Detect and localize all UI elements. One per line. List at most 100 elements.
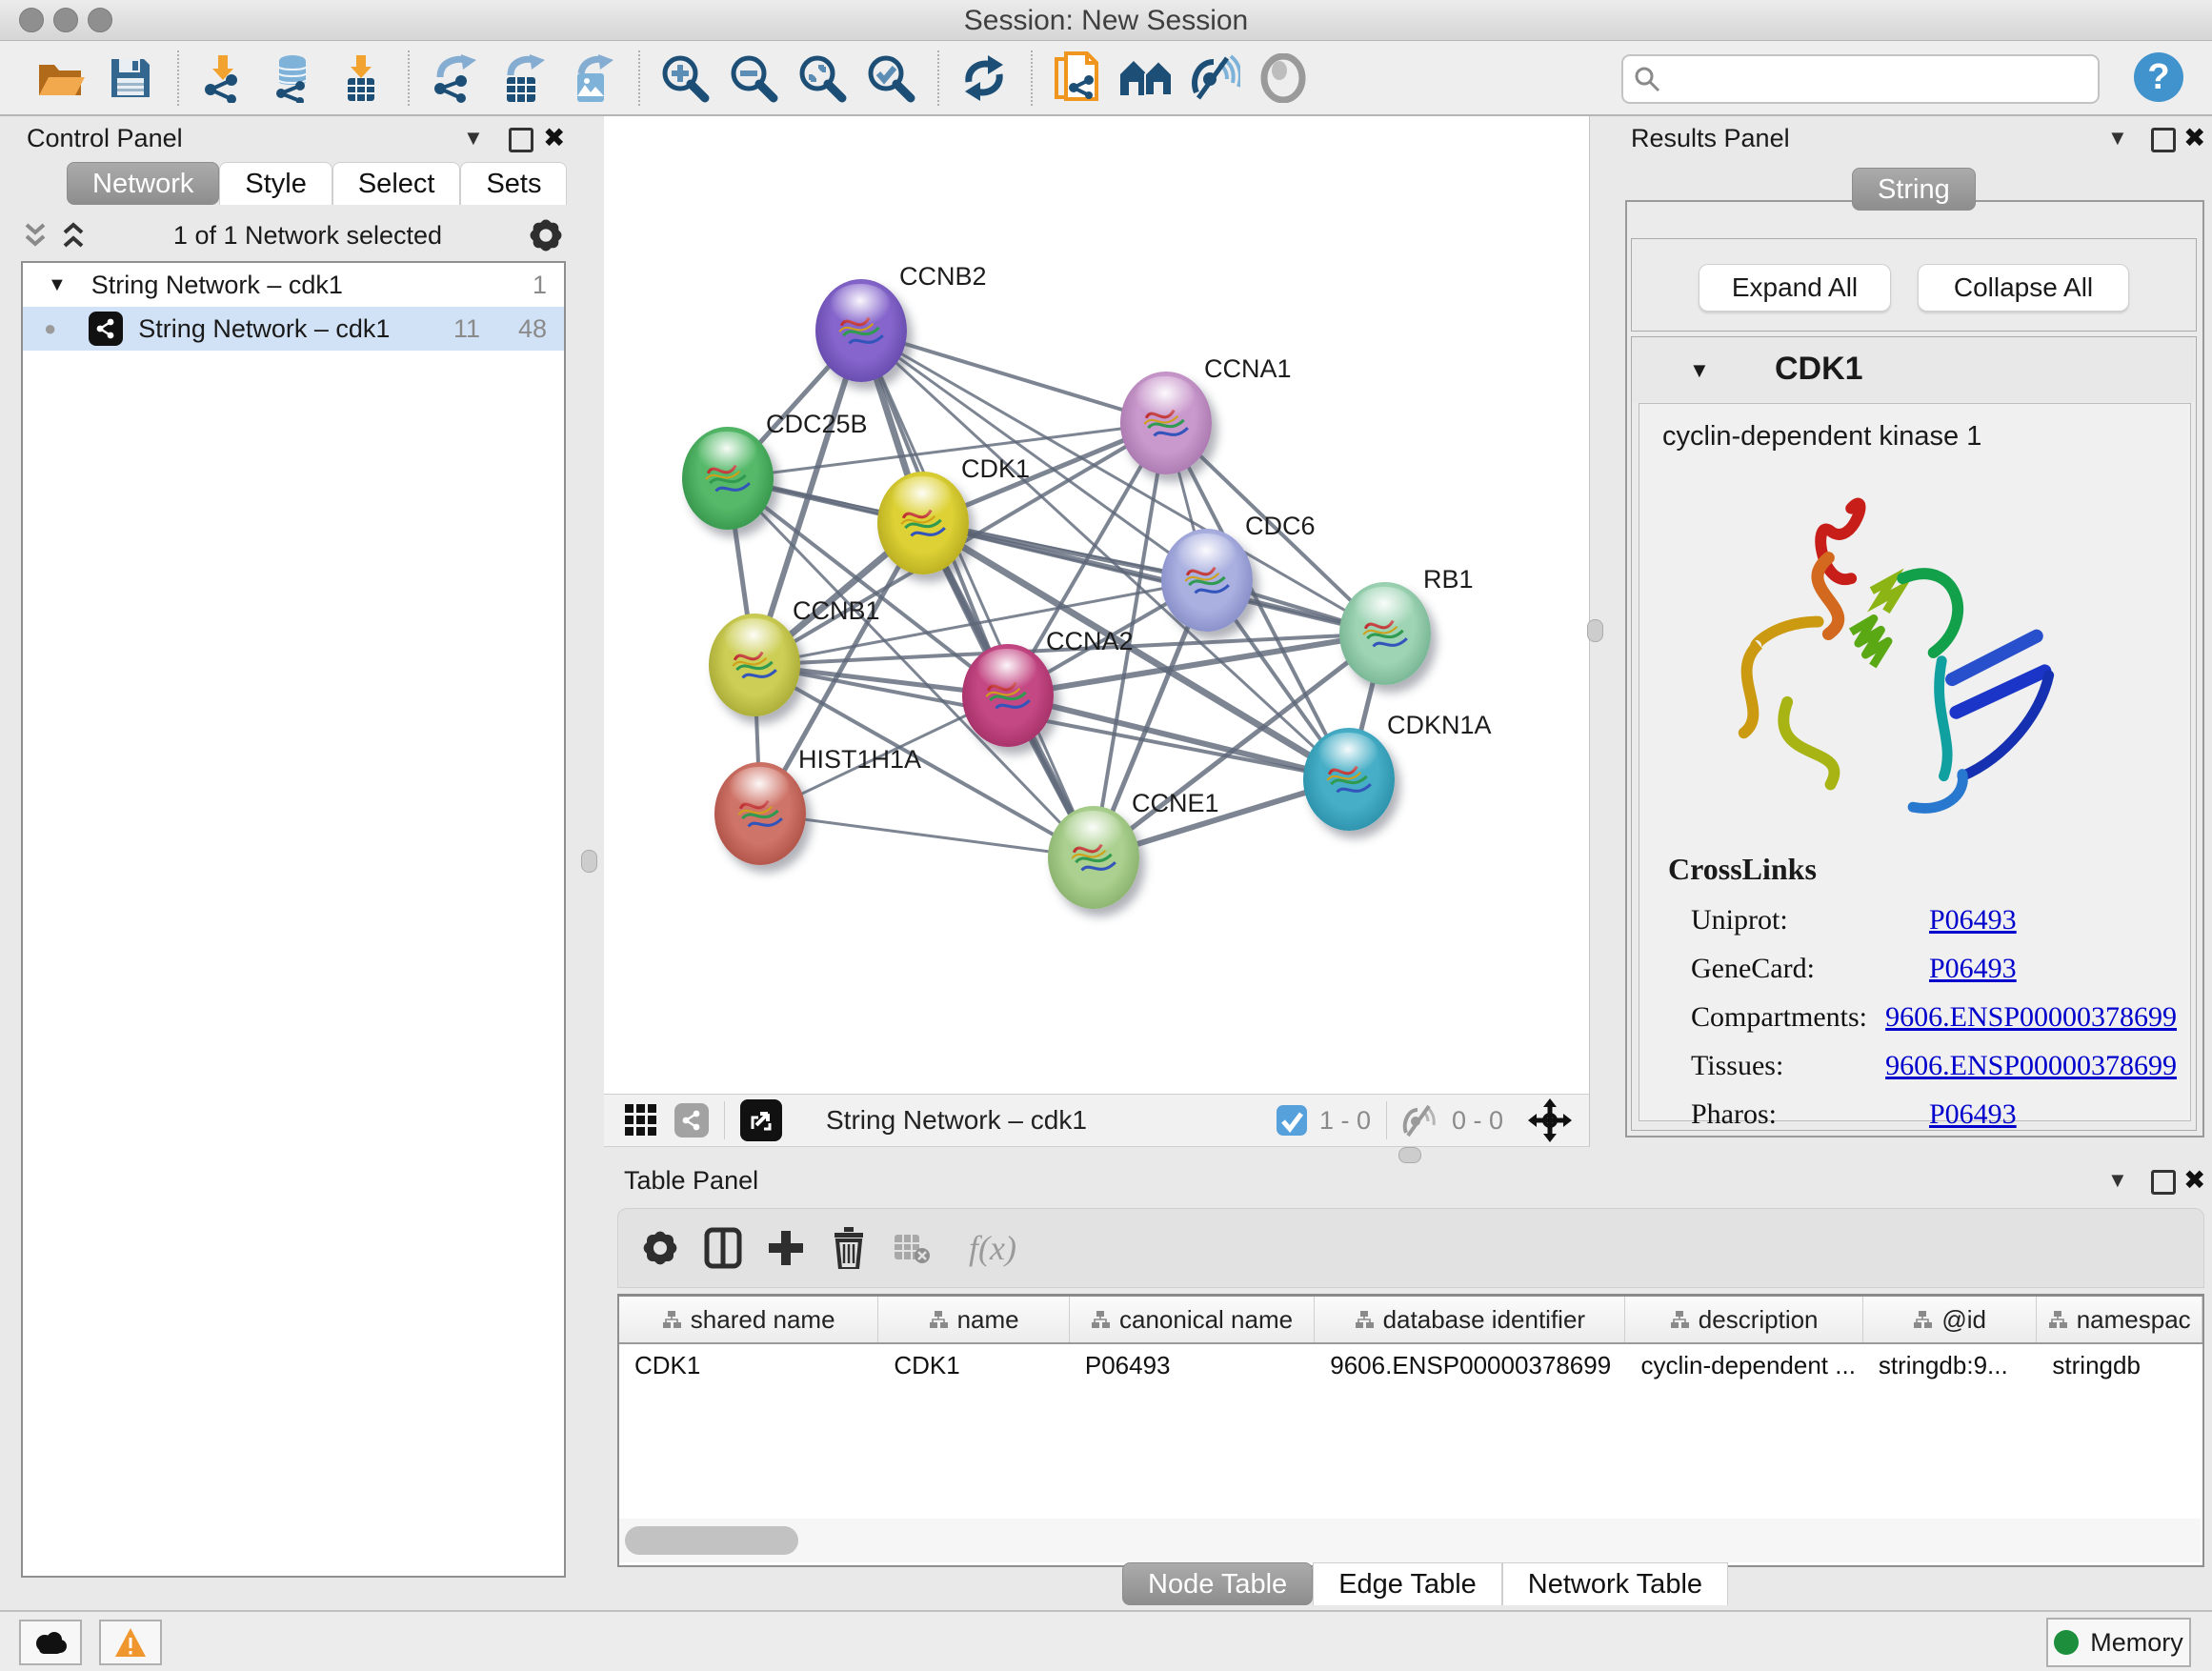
column-header-description[interactable]: description	[1625, 1297, 1862, 1342]
create-column-button[interactable]	[761, 1223, 811, 1273]
node-CDKN1A[interactable]	[1303, 728, 1395, 831]
table-cell[interactable]: CDK1	[878, 1351, 1070, 1380]
delete-column-button[interactable]	[824, 1223, 874, 1273]
control-panel-close-icon[interactable]: ✖	[543, 122, 565, 153]
edge-CCNE1-HIST1H1A[interactable]	[760, 814, 1094, 857]
birds-eye-pan-icon[interactable]	[1528, 1098, 1572, 1142]
gene-section-header[interactable]: ▼ CDK1	[1632, 337, 2194, 402]
column-header-database-identifier[interactable]: database identifier	[1315, 1297, 1625, 1342]
results-panel-float-icon[interactable]	[2151, 128, 2176, 152]
table-cell[interactable]: CDK1	[619, 1351, 878, 1380]
expand-all-button[interactable]: Expand All	[1699, 264, 1891, 312]
zoom-in-button[interactable]	[657, 50, 713, 106]
crosslink-value-link[interactable]: P06493	[1929, 953, 2017, 985]
table-tab-edge-table[interactable]: Edge Table	[1313, 1562, 1502, 1605]
selected-checkbox-icon[interactable]	[1276, 1104, 1308, 1137]
node-CCNB2[interactable]	[815, 279, 907, 382]
crosslink-value-link[interactable]: 9606.ENSP00000378699	[1885, 1050, 2177, 1082]
search-input[interactable]	[1671, 64, 2098, 95]
column-header-canonical-name[interactable]: canonical name	[1070, 1297, 1315, 1342]
collapse-all-button[interactable]: Collapse All	[1918, 264, 2129, 312]
edge-CCNB2-CCNA1[interactable]	[861, 331, 1166, 423]
node-RB1[interactable]	[1339, 582, 1431, 685]
show-columns-button[interactable]	[698, 1223, 748, 1273]
import-network-database-button[interactable]	[265, 50, 320, 106]
crosslink-value-link[interactable]: P06493	[1929, 1098, 2017, 1131]
collapse-all-chevrons-icon[interactable]	[21, 221, 50, 250]
column-header-@id[interactable]: @id	[1863, 1297, 2038, 1342]
table-horizontal-scrollbar[interactable]	[619, 1519, 2201, 1562]
search-box[interactable]	[1621, 54, 2100, 104]
node-CDC25B[interactable]	[682, 427, 774, 530]
control-panel-float-icon[interactable]	[509, 128, 533, 152]
show-all-button[interactable]	[1256, 50, 1311, 106]
table-row[interactable]: CDK1CDK1P064939606.ENSP00000378699cyclin…	[619, 1344, 2202, 1386]
table-options-button[interactable]	[635, 1223, 685, 1273]
open-session-button[interactable]	[34, 50, 90, 106]
zoom-fit-button[interactable]	[794, 50, 850, 106]
table-cell[interactable]: cyclin-dependent ...	[1625, 1351, 1862, 1380]
network-row-selected[interactable]: ● String Network – cdk1 11 48	[23, 307, 564, 351]
column-header-shared-name[interactable]: shared name	[619, 1297, 878, 1342]
edge-CCNB2-CCNE1[interactable]	[861, 331, 1094, 857]
crosslink-row: Uniprot:P06493	[1691, 896, 2177, 944]
bottom-splitter-handle[interactable]	[1398, 1147, 1421, 1163]
control-tab-select[interactable]: Select	[332, 162, 461, 205]
results-panel-close-icon[interactable]: ✖	[2183, 122, 2205, 153]
network-canvas[interactable]: CCNB2CCNA1CDC25BCDK1CDC6RB1CCNB1CCNA2CDK…	[604, 116, 1590, 1094]
memory-button[interactable]: Memory	[2046, 1618, 2191, 1667]
crosslink-value-link[interactable]: 9606.ENSP00000378699	[1885, 1001, 2177, 1034]
node-CCNB1[interactable]	[709, 614, 800, 716]
table-cell[interactable]: stringdb	[2037, 1351, 2202, 1380]
expand-all-chevrons-icon[interactable]	[59, 221, 88, 250]
zoom-out-button[interactable]	[726, 50, 781, 106]
table-cell[interactable]: stringdb:9...	[1863, 1351, 2038, 1380]
network-collection-row[interactable]: ▼ String Network – cdk1 1	[23, 263, 564, 307]
apply-layout-button[interactable]	[956, 50, 1012, 106]
zoom-selected-button[interactable]	[863, 50, 918, 106]
scrollbar-thumb[interactable]	[625, 1526, 798, 1555]
column-header-namespac[interactable]: namespac	[2037, 1297, 2202, 1342]
string-view-icon[interactable]	[674, 1103, 709, 1137]
export-network-button[interactable]	[427, 50, 482, 106]
left-splitter-handle[interactable]	[581, 850, 597, 873]
table-cell[interactable]: 9606.ENSP00000378699	[1315, 1351, 1625, 1380]
help-button[interactable]: ?	[2134, 52, 2183, 102]
import-network-file-button[interactable]	[196, 50, 251, 106]
network-grid-icon[interactable]	[623, 1102, 659, 1138]
hide-selected-button[interactable]	[1187, 50, 1242, 106]
export-table-button[interactable]	[495, 50, 551, 106]
control-panel-menu-caret[interactable]: ▼	[463, 126, 484, 151]
new-network-from-selection-button[interactable]	[1050, 50, 1105, 106]
table-panel-float-icon[interactable]	[2151, 1170, 2176, 1195]
network-options-gear-icon[interactable]	[528, 217, 564, 253]
column-header-name[interactable]: name	[878, 1297, 1070, 1342]
import-table-file-button[interactable]	[333, 50, 389, 106]
node-CDK1[interactable]	[877, 472, 969, 574]
table-panel-menu-caret[interactable]: ▼	[2107, 1168, 2128, 1193]
control-tab-sets[interactable]: Sets	[460, 162, 567, 205]
control-tab-style[interactable]: Style	[219, 162, 332, 205]
save-session-button[interactable]	[103, 50, 158, 106]
node-CDC6[interactable]	[1161, 529, 1253, 632]
gene-expand-caret[interactable]: ▼	[1689, 358, 1710, 383]
table-panel-close-icon[interactable]: ✖	[2183, 1164, 2205, 1196]
right-splitter-handle[interactable]	[1587, 619, 1603, 642]
node-CCNE1[interactable]	[1048, 806, 1139, 909]
results-panel-menu-caret[interactable]: ▼	[2107, 126, 2128, 151]
first-neighbors-button[interactable]	[1118, 50, 1174, 106]
table-tab-node-table[interactable]: Node Table	[1122, 1562, 1313, 1605]
node-CCNA2[interactable]	[962, 644, 1054, 747]
table-cell[interactable]: P06493	[1070, 1351, 1315, 1380]
collection-expand-caret[interactable]: ▼	[48, 274, 67, 296]
table-tab-network-table[interactable]: Network Table	[1502, 1562, 1728, 1605]
crosslink-value-link[interactable]: P06493	[1929, 904, 2017, 936]
detach-view-icon[interactable]	[740, 1099, 782, 1141]
node-HIST1H1A[interactable]	[714, 762, 806, 865]
warnings-button[interactable]	[99, 1620, 162, 1665]
control-tab-network[interactable]: Network	[67, 162, 219, 205]
export-image-button[interactable]	[564, 50, 619, 106]
node-CCNA1[interactable]	[1120, 372, 1212, 474]
cloud-status-button[interactable]	[19, 1620, 82, 1665]
tab-string[interactable]: String	[1852, 168, 1976, 211]
